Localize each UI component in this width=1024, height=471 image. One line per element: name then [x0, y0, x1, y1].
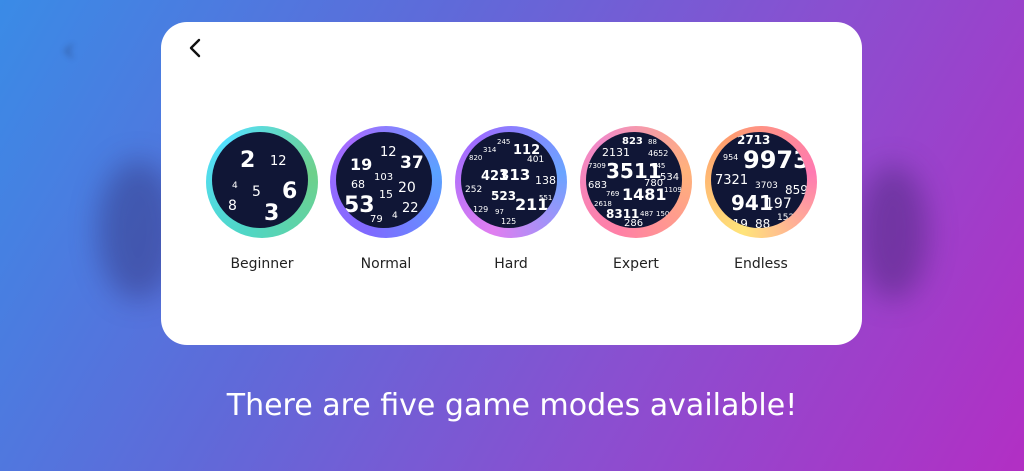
disc-number: 125: [501, 217, 516, 226]
background-disc-right: [858, 165, 928, 300]
modes-card: 2 12 4 5 6 8 3 Beginner 12 19 37 103 68 …: [161, 22, 862, 345]
mode-disc: 12 19 37 103 68 15 20 53 22 79 4: [330, 126, 442, 238]
disc-number: 19: [350, 155, 372, 174]
disc-number: 859: [785, 183, 807, 197]
disc-number: 252: [465, 185, 482, 195]
mode-label: Expert: [613, 256, 659, 272]
disc-number: 421: [481, 169, 508, 184]
mode-label: Hard: [494, 256, 528, 272]
mode-label: Beginner: [230, 256, 294, 272]
mode-disc: 245 314 820 112 401 313 138 421 252 523 …: [455, 126, 567, 238]
disc-number: 7309: [588, 162, 606, 170]
disc-number: 37: [400, 153, 424, 173]
disc-number: 68: [351, 178, 365, 191]
number-disc: 2713 954 9973 7321 3703 859 941 197 152 …: [711, 132, 807, 228]
disc-number: 103: [374, 172, 393, 183]
number-disc-art: 2 12 4 5 6 8 3: [228, 148, 297, 226]
disc-number: 523: [491, 189, 516, 203]
disc-number: 79: [370, 214, 383, 225]
disc-number: 12: [270, 154, 287, 169]
mode-endless[interactable]: 2713 954 9973 7321 3703 859 941 197 152 …: [701, 126, 821, 272]
disc-number: 954: [723, 153, 738, 162]
disc-number: 245: [497, 138, 510, 146]
disc-number: 645: [652, 162, 665, 170]
number-disc: 823 88 2131 4652 7309 3511 645 534 683 7…: [586, 132, 682, 228]
disc-number: 683: [588, 180, 607, 191]
disc-number: 7321: [715, 173, 748, 188]
disc-number: 6: [282, 179, 297, 204]
disc-number: 197: [765, 196, 792, 212]
disc-number: 22: [402, 201, 419, 216]
disc-number: 97: [495, 208, 504, 216]
mode-beginner[interactable]: 2 12 4 5 6 8 3 Beginner: [202, 126, 322, 272]
disc-number: 2713: [737, 133, 770, 147]
disc-number: 138: [535, 174, 556, 187]
disc-number: 15: [379, 188, 393, 201]
mode-label: Endless: [734, 256, 788, 272]
disc-number: 286: [624, 218, 643, 228]
disc-number: 1481: [622, 185, 667, 204]
disc-number: 20: [398, 180, 416, 196]
chevron-left-icon: [189, 38, 201, 58]
mode-hard[interactable]: 245 314 820 112 401 313 138 421 252 523 …: [451, 126, 571, 272]
disc-number: 820: [469, 154, 482, 162]
disc-number: 769: [606, 190, 619, 198]
disc-number: 88: [755, 217, 770, 228]
disc-number: 88: [648, 138, 657, 146]
mode-disc: 2 12 4 5 6 8 3: [206, 126, 318, 238]
disc-number: 129: [473, 205, 488, 214]
number-disc-art: 12 19 37 103 68 15 20 53 22 79 4: [344, 145, 424, 225]
number-disc-art: 2713 954 9973 7321 3703 859 941 197 152 …: [715, 133, 807, 228]
number-disc: 245 314 820 112 401 313 138 421 252 523 …: [461, 132, 557, 228]
mode-disc: 2713 954 9973 7321 3703 859 941 197 152 …: [705, 126, 817, 238]
number-disc-art: 823 88 2131 4652 7309 3511 645 534 683 7…: [588, 136, 682, 228]
disc-number: 487: [640, 210, 653, 218]
disc-number: 401: [527, 155, 544, 165]
background-back-icon: ‹: [62, 30, 76, 70]
number-disc-art: 245 314 820 112 401 313 138 421 252 523 …: [465, 138, 556, 226]
disc-number: 1109: [664, 186, 682, 194]
disc-number: 2: [240, 148, 255, 173]
number-disc: 2 12 4 5 6 8 3: [212, 132, 308, 228]
disc-number: 4652: [648, 149, 668, 158]
mode-label: Normal: [360, 256, 412, 272]
disc-number: 8: [228, 198, 237, 214]
disc-number: 3: [264, 201, 279, 226]
number-disc: 12 19 37 103 68 15 20 53 22 79 4: [336, 132, 432, 228]
mode-normal[interactable]: 12 19 37 103 68 15 20 53 22 79 4 Normal: [326, 126, 446, 272]
caption: There are five game modes available!: [226, 388, 798, 423]
mode-expert[interactable]: 823 88 2131 4652 7309 3511 645 534 683 7…: [576, 126, 696, 272]
disc-number: 314: [483, 146, 497, 154]
disc-number: 12: [380, 145, 397, 160]
disc-number: 4: [232, 181, 238, 191]
back-button[interactable]: [181, 34, 209, 62]
mode-disc: 823 88 2131 4652 7309 3511 645 534 683 7…: [580, 126, 692, 238]
disc-number: 4: [392, 211, 398, 221]
disc-number: 2131: [602, 146, 630, 159]
disc-number: 5: [252, 184, 261, 200]
disc-number: 3703: [755, 181, 778, 191]
disc-number: 551: [539, 194, 552, 202]
